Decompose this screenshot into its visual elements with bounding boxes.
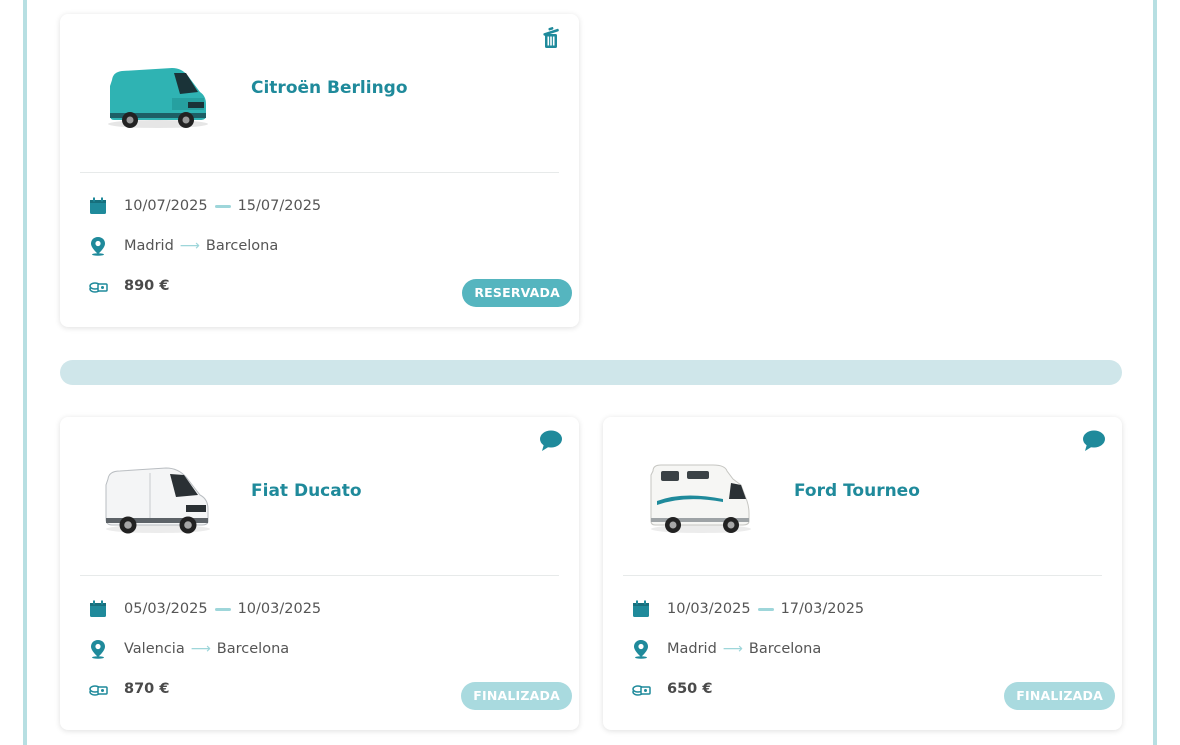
price: 870 € — [124, 681, 170, 697]
past-trip-card: Fiat Ducato 05/03/2025 10/03/2025 Valenc… — [60, 417, 579, 730]
date-end: 10/03/2025 — [237, 601, 322, 617]
price-row: 890 € — [88, 276, 169, 296]
origin: Madrid — [667, 641, 717, 657]
coins-icon — [88, 679, 108, 699]
page-frame-left — [23, 0, 27, 745]
location-pin-icon — [88, 236, 108, 256]
calendar-icon — [631, 599, 651, 619]
van-image — [108, 68, 208, 128]
destination: Barcelona — [205, 238, 279, 254]
date-separator — [214, 607, 231, 611]
date-range: 10/03/2025 17/03/2025 — [631, 599, 864, 619]
date-separator — [214, 204, 231, 208]
route: Madrid ⟶ Barcelona — [631, 639, 821, 659]
calendar-icon — [88, 599, 108, 619]
date-separator — [757, 607, 774, 611]
date-end: 17/03/2025 — [780, 601, 865, 617]
past-trip-card: Ford Tourneo 10/03/2025 17/03/2025 Madri… — [603, 417, 1122, 730]
reservation-card: Citroën Berlingo 10/07/2025 15/07/2025 M… — [60, 14, 579, 327]
origin: Madrid — [124, 238, 174, 254]
arrow-right-icon: ⟶ — [190, 641, 211, 657]
chat-icon[interactable] — [1082, 429, 1106, 453]
status-badge: RESERVADA — [462, 279, 572, 307]
card-divider — [623, 575, 1102, 576]
price: 890 € — [124, 278, 170, 294]
section-divider-bar — [60, 360, 1122, 385]
vehicle-name: Ford Tourneo — [794, 481, 920, 501]
date-start: 10/03/2025 — [667, 601, 751, 617]
arrow-right-icon: ⟶ — [722, 641, 743, 657]
vehicle-name: Fiat Ducato — [251, 481, 362, 501]
status-badge: FINALIZADA — [1004, 682, 1115, 710]
card-divider — [80, 172, 559, 173]
page-frame-right — [1153, 0, 1157, 745]
origin: Valencia — [124, 641, 185, 657]
price-row: 870 € — [88, 679, 169, 699]
coins-icon — [631, 679, 651, 699]
arrow-right-icon: ⟶ — [179, 238, 200, 254]
price: 650 € — [667, 681, 713, 697]
location-pin-icon — [631, 639, 651, 659]
date-range: 05/03/2025 10/03/2025 — [88, 599, 321, 619]
route: Valencia ⟶ Barcelona — [88, 639, 289, 659]
date-end: 15/07/2025 — [237, 198, 322, 214]
destination: Barcelona — [748, 641, 822, 657]
destination: Barcelona — [216, 641, 290, 657]
route: Madrid ⟶ Barcelona — [88, 236, 278, 256]
price-row: 650 € — [631, 679, 712, 699]
date-start: 05/03/2025 — [124, 601, 208, 617]
location-pin-icon — [88, 639, 108, 659]
trash-icon[interactable] — [539, 26, 563, 50]
chat-icon[interactable] — [539, 429, 563, 453]
motorhome-image — [650, 464, 751, 533]
date-range: 10/07/2025 15/07/2025 — [88, 196, 321, 216]
van-image — [105, 467, 210, 534]
calendar-icon — [88, 196, 108, 216]
status-badge: FINALIZADA — [461, 682, 572, 710]
coins-icon — [88, 276, 108, 296]
date-start: 10/07/2025 — [124, 198, 208, 214]
card-divider — [80, 575, 559, 576]
vehicle-name: Citroën Berlingo — [251, 78, 408, 98]
